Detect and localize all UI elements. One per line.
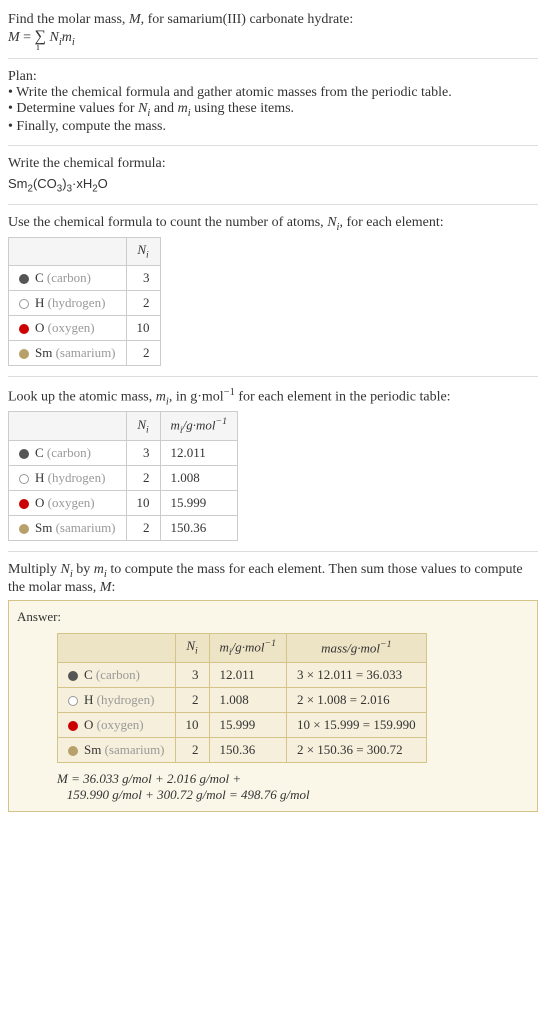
plan-bullet3: • Finally, compute the mass. (8, 119, 538, 135)
element-cell: O (oxygen) (9, 490, 127, 515)
formula-mi: m (62, 30, 72, 45)
formula-M: M (8, 30, 20, 45)
formula-sigma: ∑i (35, 28, 46, 45)
answer-table: Ni mi/g·mol−1 mass/g·mol−1 C (carbon)312… (57, 633, 427, 763)
element-dot-icon (19, 524, 29, 534)
intro-M: M (129, 12, 141, 27)
element-cell: Sm (samarium) (9, 515, 127, 540)
final-calculation: M = 36.033 g/mol + 2.016 g/mol + 159.990… (57, 771, 529, 803)
divider (8, 145, 538, 146)
element-dot-icon (68, 721, 78, 731)
table-row: O (oxygen)10 (9, 315, 161, 340)
element-dot-icon (19, 299, 29, 309)
element-dot-icon (19, 499, 29, 509)
intro-text: Find the molar mass, (8, 12, 129, 27)
formula-eq: = (20, 30, 35, 45)
table-row: C (carbon)312.011 (9, 440, 238, 465)
answer-label: Answer: (17, 609, 529, 625)
multiply-section: Multiply Ni by mi to compute the mass fo… (8, 558, 538, 816)
count-section: Use the chemical formula to count the nu… (8, 211, 538, 369)
multiply-heading: Multiply Ni by mi to compute the mass fo… (8, 562, 538, 596)
table-row: H (hydrogen)21.0082 × 1.008 = 2.016 (58, 687, 427, 712)
table-row: O (oxygen)1015.999 (9, 490, 238, 515)
table-row: Sm (samarium)2150.36 (9, 515, 238, 540)
element-dot-icon (68, 696, 78, 706)
intro-text2: , for samarium(III) carbonate hydrate: (141, 12, 354, 27)
divider (8, 58, 538, 59)
formula-heading: Write the chemical formula: (8, 156, 538, 172)
element-dot-icon (68, 671, 78, 681)
element-cell: Sm (samarium) (9, 340, 127, 365)
element-dot-icon (19, 324, 29, 334)
element-dot-icon (19, 349, 29, 359)
answer-box: Answer: Ni mi/g·mol−1 mass/g·mol−1 C (ca… (8, 600, 538, 812)
element-cell: C (carbon) (58, 662, 176, 687)
table-row: H (hydrogen)2 (9, 290, 161, 315)
formula-Ni: N (49, 30, 58, 45)
plan-heading: Plan: (8, 69, 538, 85)
table-row: Sm (samarium)2150.362 × 150.36 = 300.72 (58, 737, 427, 762)
divider (8, 376, 538, 377)
chemical-formula-section: Write the chemical formula: Sm2(CO3)3·xH… (8, 152, 538, 199)
element-dot-icon (68, 746, 78, 756)
chemical-formula: Sm2(CO3)3·xH2O (8, 176, 538, 195)
element-cell: H (hydrogen) (9, 465, 127, 490)
plan-bullet2: • Determine values for Ni and mi using t… (8, 101, 538, 119)
element-cell: O (oxygen) (9, 315, 127, 340)
element-cell: C (carbon) (9, 440, 127, 465)
element-dot-icon (19, 274, 29, 284)
count-table: Ni C (carbon)3H (hydrogen)2O (oxygen)10S… (8, 237, 161, 366)
intro-section: Find the molar mass, M, for samarium(III… (8, 8, 538, 52)
element-cell: C (carbon) (9, 265, 127, 290)
table-row: C (carbon)312.0113 × 12.011 = 36.033 (58, 662, 427, 687)
element-cell: H (hydrogen) (58, 687, 176, 712)
element-dot-icon (19, 449, 29, 459)
lookup-heading: Look up the atomic mass, mi, in g·mol−1 … (8, 387, 538, 407)
table-row: C (carbon)3 (9, 265, 161, 290)
table-row: H (hydrogen)21.008 (9, 465, 238, 490)
lookup-table: Ni mi/g·mol−1 C (carbon)312.011H (hydrog… (8, 411, 238, 541)
element-cell: H (hydrogen) (9, 290, 127, 315)
count-heading: Use the chemical formula to count the nu… (8, 215, 538, 233)
plan-bullet1: • Write the chemical formula and gather … (8, 85, 538, 101)
table-row: O (oxygen)1015.99910 × 15.999 = 159.990 (58, 712, 427, 737)
plan-section: Plan: • Write the chemical formula and g… (8, 65, 538, 139)
divider (8, 204, 538, 205)
divider (8, 551, 538, 552)
element-cell: Sm (samarium) (58, 737, 176, 762)
lookup-section: Look up the atomic mass, mi, in g·mol−1 … (8, 383, 538, 545)
element-dot-icon (19, 474, 29, 484)
table-row: Sm (samarium)2 (9, 340, 161, 365)
element-cell: O (oxygen) (58, 712, 176, 737)
